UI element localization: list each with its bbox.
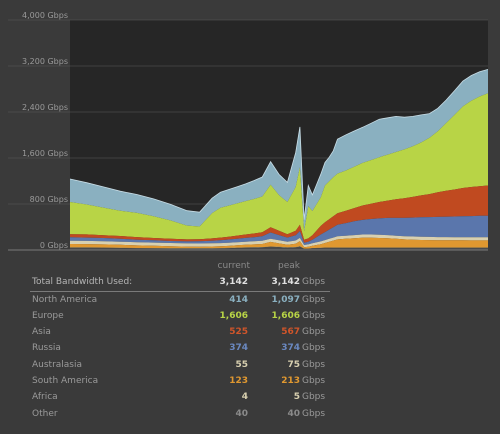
y-tick-label: 800 Gbps <box>30 195 68 204</box>
current-value: 40 <box>235 408 248 419</box>
row-label: Other <box>32 408 58 419</box>
peak-value: 213 <box>281 376 300 387</box>
stacked-area-chart: 0 Gbps 800 Gbps 1,600 Gbps 2,400 Gbps 3,200 … <box>8 11 489 251</box>
unit-label: Gbps <box>302 408 326 419</box>
y-tick-label: 3,200 Gbps <box>22 57 68 66</box>
unit-label: Gbps <box>302 392 326 403</box>
y-tick-label: 4,000 Gbps <box>22 11 68 20</box>
current-value: 414 <box>229 294 248 305</box>
row-label: Europe <box>32 310 64 321</box>
current-value: 1,606 <box>219 310 248 321</box>
region-row: Other 40 40 Gbps <box>30 406 330 422</box>
y-tick-label: 2,400 Gbps <box>22 103 68 112</box>
peak-value: 75 <box>287 359 300 370</box>
unit-label: Gbps <box>302 343 326 354</box>
peak-value: 374 <box>281 343 300 354</box>
total-row: Total Bandwidth Used: 3,142 3,142 Gbps <box>30 274 330 292</box>
unit-label: Gbps <box>302 277 326 288</box>
peak-value: 3,142 <box>271 277 300 288</box>
unit-label: Gbps <box>302 327 326 338</box>
current-value: 3,142 <box>219 277 248 288</box>
peak-value: 5 <box>293 392 300 403</box>
peak-value: 1,606 <box>271 310 300 321</box>
y-tick-label: 1,600 Gbps <box>22 149 68 158</box>
row-label: Africa <box>32 392 58 403</box>
header-peak: peak <box>278 261 300 271</box>
peak-value: 40 <box>287 408 300 419</box>
region-row: South America 123 213 Gbps <box>30 373 330 389</box>
row-label: Russia <box>32 343 61 354</box>
region-row: Australasia 55 75 Gbps <box>30 357 330 373</box>
unit-label: Gbps <box>302 294 326 305</box>
bandwidth-table: current peak Total Bandwidth Used: 3,142 3… <box>30 258 330 422</box>
row-label: North America <box>32 294 98 305</box>
current-value: 55 <box>235 359 248 370</box>
header-current: current <box>217 261 250 271</box>
region-row: Asia 525 567 Gbps <box>30 324 330 340</box>
peak-value: 1,097 <box>271 294 300 305</box>
current-value: 123 <box>229 376 248 387</box>
current-value: 374 <box>229 343 248 354</box>
unit-label: Gbps <box>302 359 326 370</box>
row-label: South America <box>32 376 99 387</box>
y-tick-label: 0 Gbps <box>40 241 68 250</box>
row-label: Total Bandwidth Used: <box>32 277 133 288</box>
peak-value: 567 <box>281 327 300 338</box>
current-value: 525 <box>229 327 248 338</box>
unit-label: Gbps <box>302 310 326 321</box>
table-header-row: current peak <box>30 258 330 274</box>
row-label: Asia <box>32 327 51 338</box>
current-value: 4 <box>241 392 248 403</box>
row-label: Australasia <box>32 359 83 370</box>
region-row: Russia 374 374 Gbps <box>30 340 330 356</box>
region-row: Europe 1,606 1,606 Gbps <box>30 308 330 324</box>
region-row: Africa 4 5 Gbps <box>30 389 330 405</box>
unit-label: Gbps <box>302 376 326 387</box>
bandwidth-chart: 0 Gbps 800 Gbps 1,600 Gbps 2,400 Gbps 3,200 … <box>0 0 500 262</box>
region-row: North America 414 1,097 Gbps <box>30 292 330 308</box>
